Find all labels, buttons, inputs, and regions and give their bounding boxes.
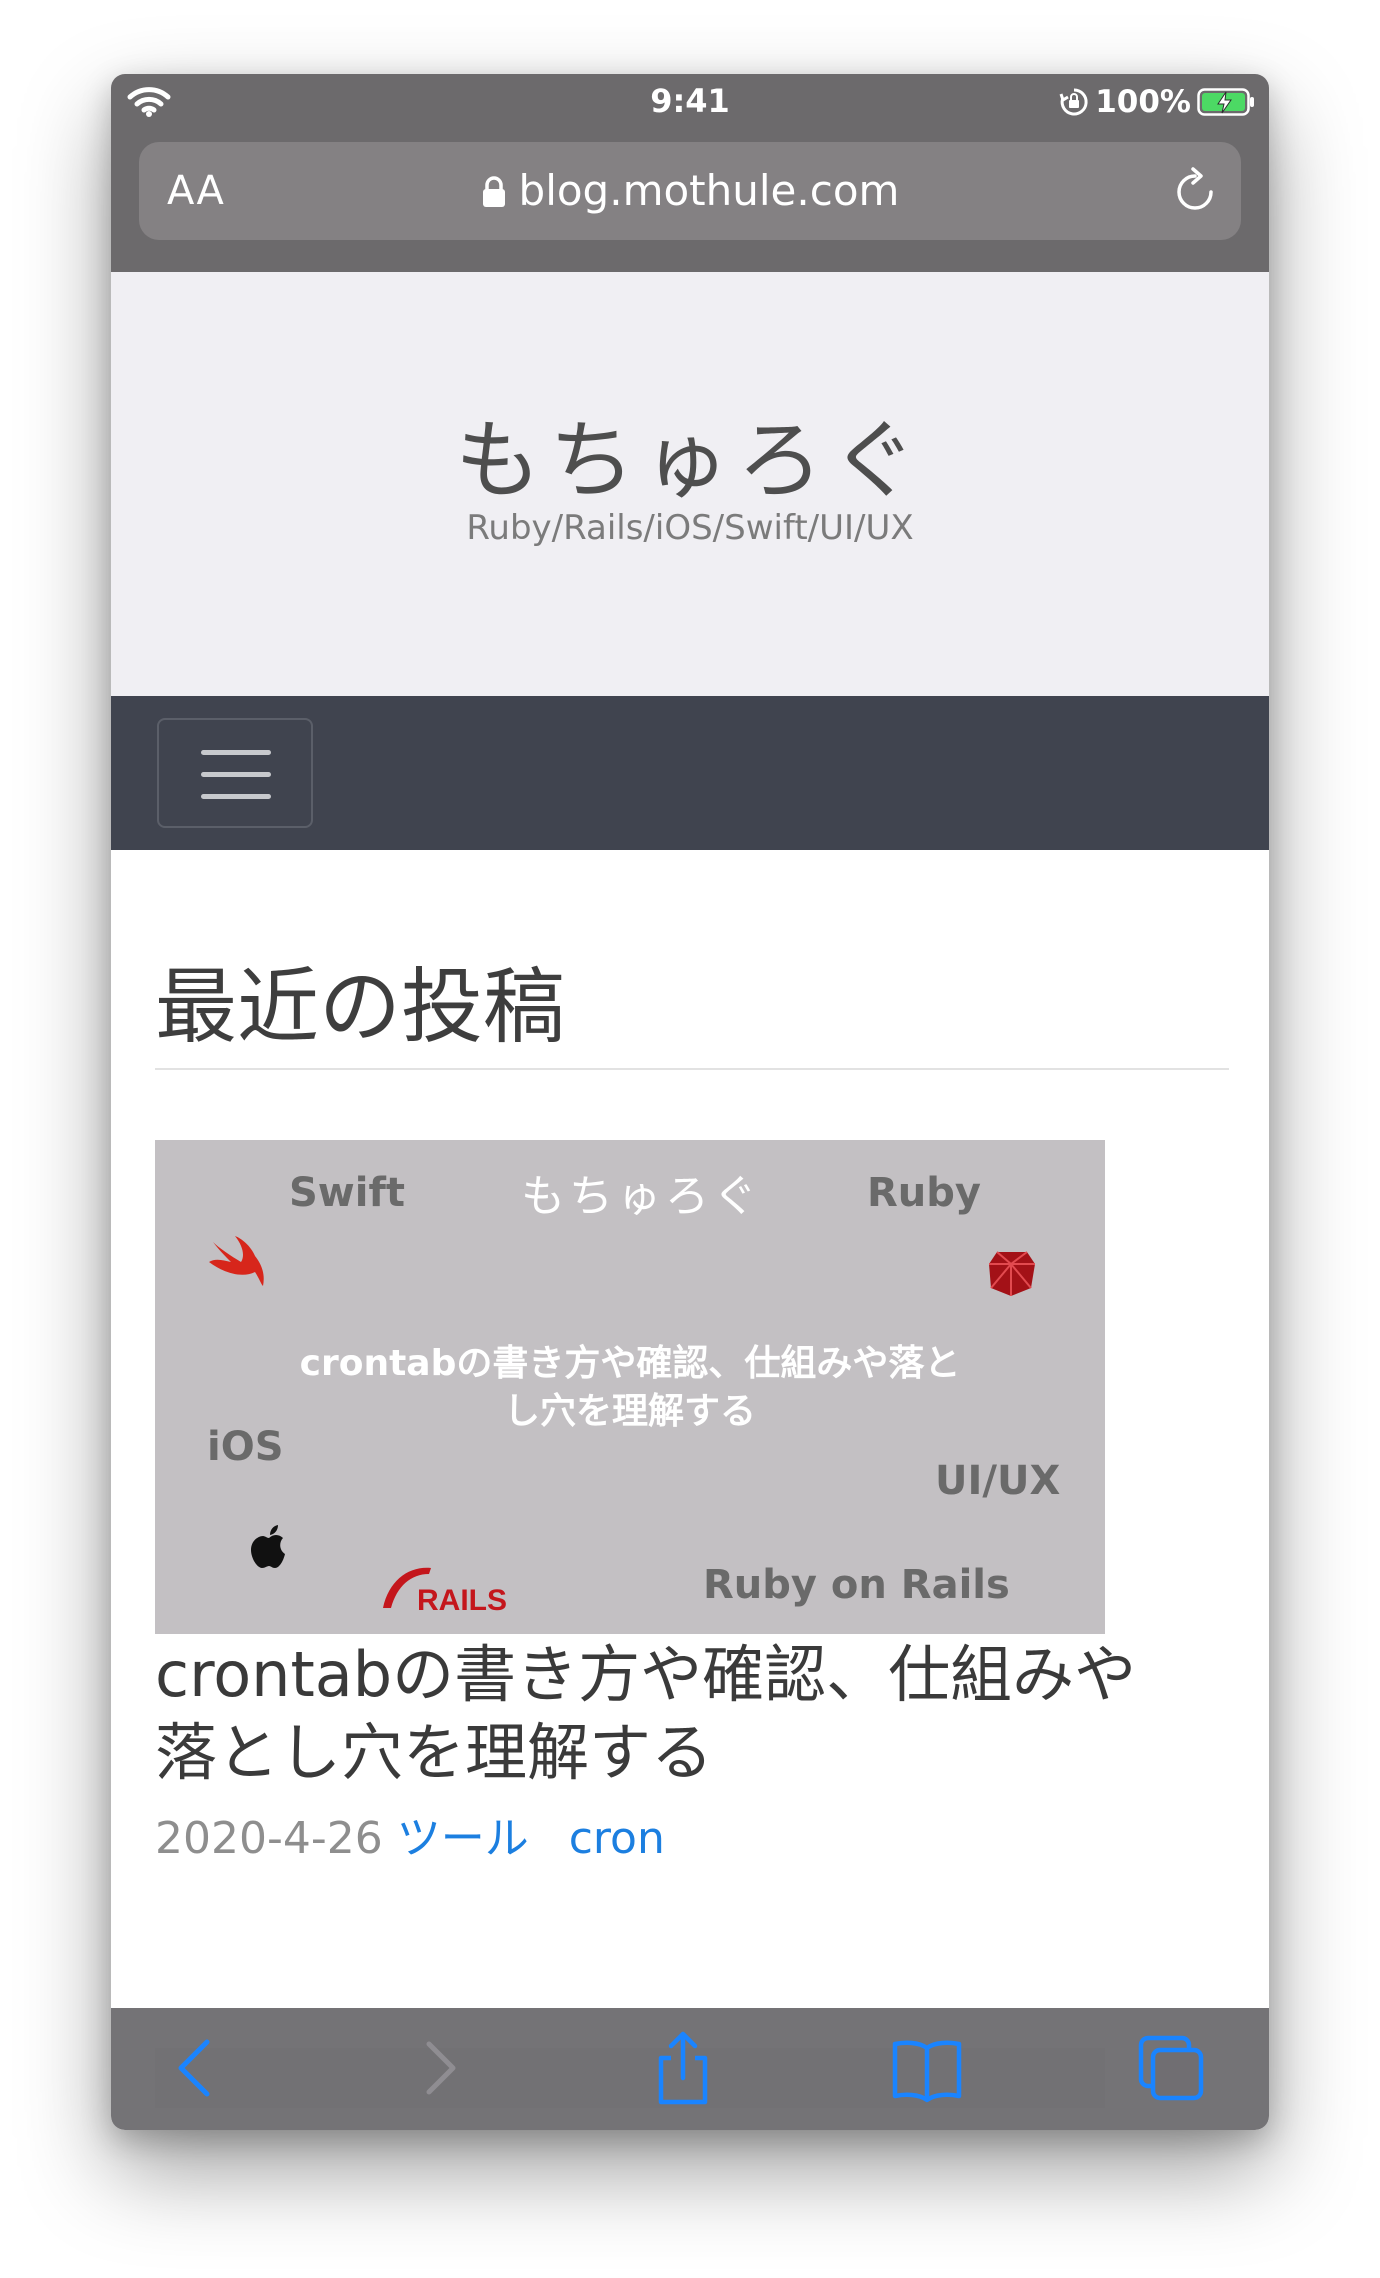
url-domain: blog.mothule.com bbox=[518, 166, 900, 215]
padlock-icon bbox=[482, 176, 505, 207]
hamburger-line bbox=[201, 750, 271, 755]
back-icon[interactable] bbox=[159, 2030, 235, 2106]
status-bar: 9:41 100% bbox=[111, 74, 1269, 132]
url-bar[interactable]: AA blog.mothule.com bbox=[139, 142, 1241, 240]
thumb-label-swift: Swift bbox=[289, 1170, 405, 1216]
post-date: 2020-4-26 bbox=[155, 1813, 383, 1864]
phone-screen: 9:41 100% AA blog.mothule.com もちゅろぐ Ruby… bbox=[111, 74, 1269, 2130]
battery-percent: 100% bbox=[1095, 84, 1191, 120]
navbar bbox=[111, 696, 1269, 850]
site-title[interactable]: もちゅろぐ bbox=[111, 390, 1269, 515]
thumb-label-ruby-on-rails: Ruby on Rails bbox=[703, 1562, 1010, 1608]
thumb-brand: もちゅろぐ bbox=[521, 1171, 761, 1222]
thumb-label-ruby: Ruby bbox=[867, 1170, 981, 1216]
battery-charging-icon bbox=[1197, 88, 1254, 116]
apple-logo-icon bbox=[251, 1525, 285, 1568]
hamburger-line bbox=[201, 794, 271, 799]
ruby-gem-icon bbox=[989, 1251, 1035, 1296]
thumb-headline-line2: し穴を理解する bbox=[503, 1391, 756, 1432]
section-title: 最近の投稿 bbox=[155, 960, 566, 1055]
post-tag-link[interactable]: cron bbox=[569, 1813, 665, 1864]
tabs-icon[interactable] bbox=[1133, 2030, 1209, 2106]
rails-logo-icon: RAILS bbox=[383, 1567, 507, 1616]
share-icon[interactable] bbox=[645, 2030, 721, 2106]
status-right: 100% bbox=[1059, 82, 1255, 122]
post-title-line1: crontabの書き方や確認、仕組みや bbox=[155, 1638, 1137, 1711]
divider bbox=[155, 1068, 1229, 1070]
thumb-label-uiux: UI/UX bbox=[935, 1458, 1061, 1504]
bottom-toolbar bbox=[111, 2008, 1269, 2130]
orientation-lock-icon bbox=[1059, 88, 1088, 116]
reload-icon[interactable] bbox=[1171, 166, 1219, 216]
thumb-headline-line1: crontabの書き方や確認、仕組みや落と bbox=[299, 1343, 961, 1384]
hamburger-line bbox=[201, 772, 271, 777]
forward-icon[interactable] bbox=[401, 2030, 477, 2106]
safari-top-chrome: 9:41 100% AA blog.mothule.com bbox=[111, 74, 1269, 272]
rails-logo-text: RAILS bbox=[417, 1584, 507, 1616]
post-title-line2: 落とし穴を理解する bbox=[155, 1716, 714, 1789]
thumb-label-ios: iOS bbox=[207, 1424, 284, 1470]
bookmarks-icon[interactable] bbox=[889, 2030, 965, 2106]
site-subtitle: Ruby/Rails/iOS/Swift/UI/UX bbox=[466, 508, 914, 548]
post-category-link[interactable]: ツール bbox=[397, 1813, 529, 1864]
thumb-headline: crontabの書き方や確認、仕組みや落と し穴を理解する bbox=[260, 1340, 1000, 1436]
main-content: 最近の投稿 Swift もちゅろぐ Ruby crontabの書き方や確認、仕組… bbox=[111, 850, 1269, 2130]
site-header: もちゅろぐ Ruby/Rails/iOS/Swift/UI/UX bbox=[111, 272, 1269, 696]
hamburger-menu-icon[interactable] bbox=[157, 718, 313, 828]
post-thumbnail[interactable]: Swift もちゅろぐ Ruby crontabの書き方や確認、仕組みや落と し… bbox=[155, 1140, 1105, 1634]
post-title[interactable]: crontabの書き方や確認、仕組みや 落とし穴を理解する bbox=[155, 1636, 1235, 1792]
url-display[interactable]: blog.mothule.com bbox=[139, 166, 1241, 215]
swift-logo-icon bbox=[209, 1236, 264, 1286]
post-meta: 2020-4-26 ツール cron bbox=[155, 1802, 665, 1866]
